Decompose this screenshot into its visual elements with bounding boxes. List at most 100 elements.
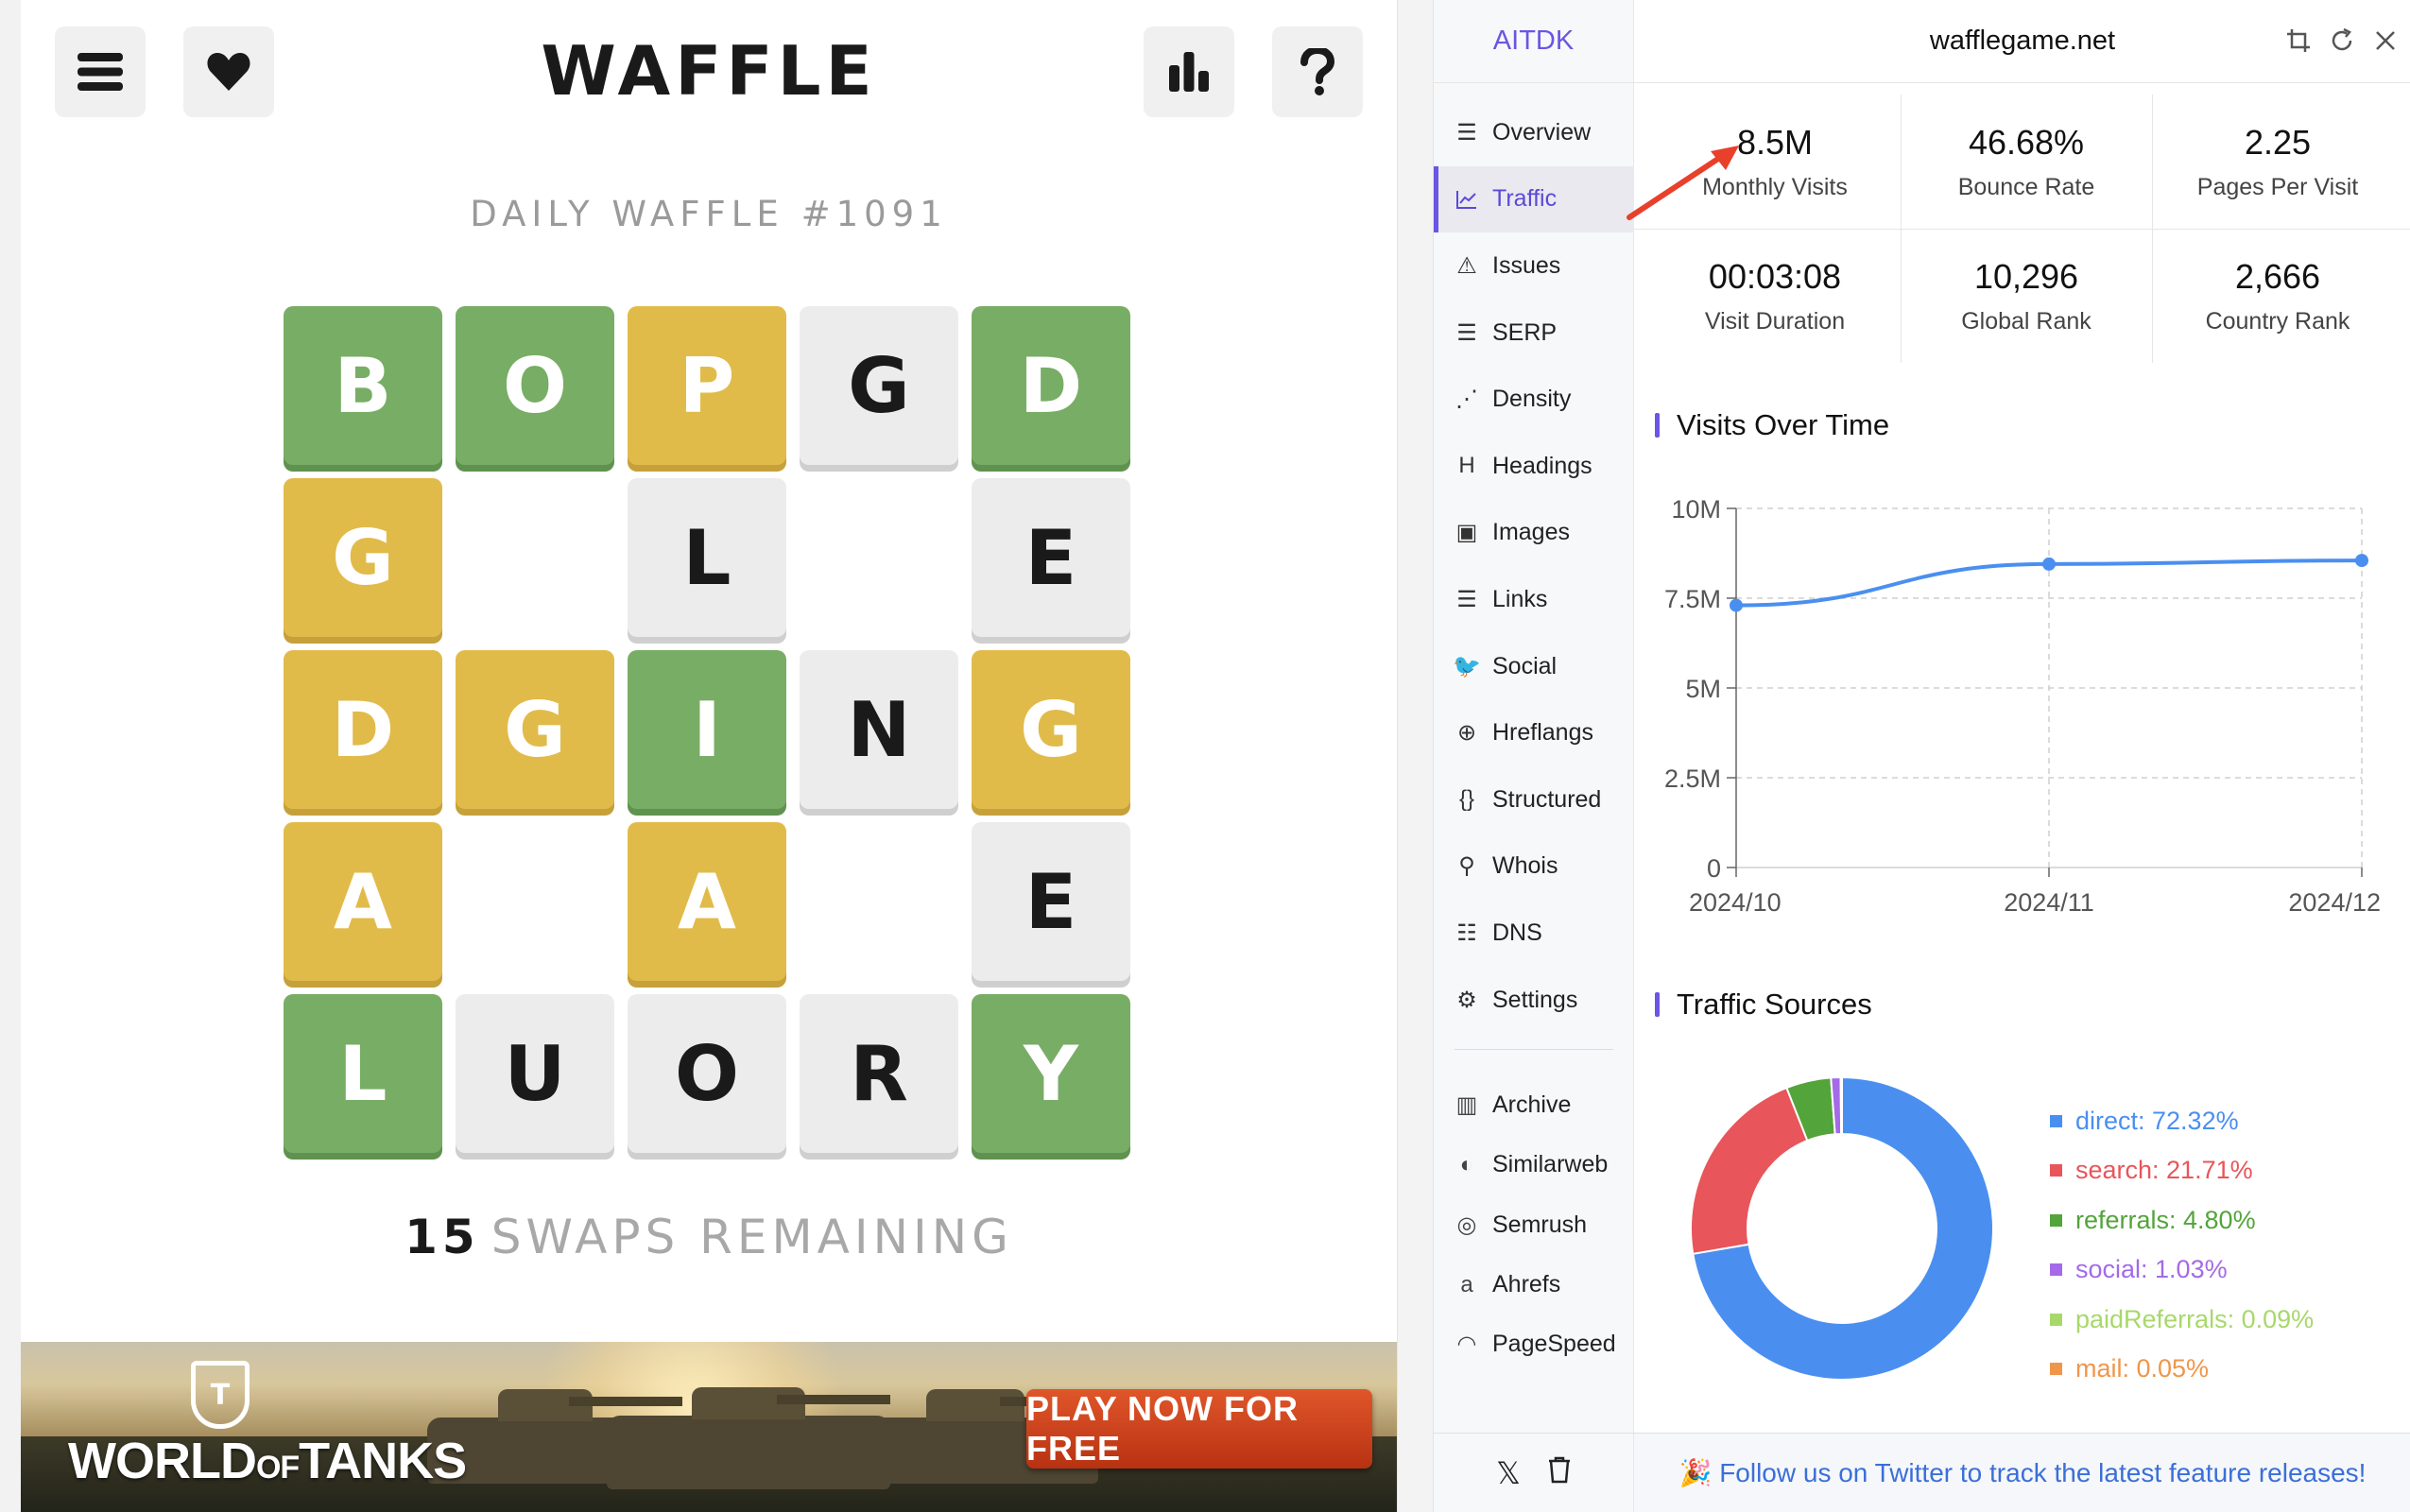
sidebar-item-headings[interactable]: H Headings (1434, 433, 1634, 500)
waffle-game-page: WAFFLE DAILY WAFFLE #1091 BOPGDGLEDGINGA… (0, 0, 1397, 1512)
external-link-ahrefs[interactable]: a Ahrefs (1434, 1255, 1634, 1314)
external-tools: ▥ Archive ◐ Similarweb ◎ Semrush a Ahrefs ◠ PageS… (1434, 1075, 1634, 1374)
y-tick-label: 2.5M (1664, 765, 1721, 793)
waffle-tile[interactable]: O (456, 306, 614, 465)
window-divider (1397, 0, 1433, 1512)
stat-global-rank: 10,296 Global Rank (1901, 229, 2152, 363)
external-link-semrush[interactable]: ◎ Semrush (1434, 1195, 1634, 1255)
waffle-tile[interactable]: O (628, 994, 786, 1153)
waffle-tile[interactable]: G (456, 650, 614, 809)
waffle-tile[interactable]: N (800, 650, 958, 809)
waffle-tile[interactable]: I (628, 650, 786, 809)
x-tick-label: 2024/12 (2288, 888, 2381, 917)
waffle-tile[interactable]: D (972, 306, 1130, 465)
waffle-tile[interactable]: E (972, 822, 1130, 981)
panel-header: wafflegame.net (1634, 0, 2410, 83)
sidebar-item-label: Hreflangs (1492, 719, 1593, 747)
legend-label: direct: 72.32% (2075, 1106, 2239, 1135)
sidebar-item-links[interactable]: ☰ Links (1434, 566, 1634, 633)
sidebar-item-social[interactable]: 🐦 Social (1434, 633, 1634, 700)
waffle-tile[interactable]: G (284, 478, 442, 637)
user-search-icon: ⚲ (1458, 853, 1475, 880)
legend-item-social[interactable]: social: 1.03% (2050, 1246, 2314, 1296)
y-tick-label: 10M (1671, 495, 1721, 524)
stat-value: 00:03:08 (1708, 256, 1842, 296)
data-point (2355, 554, 2368, 568)
waffle-tile[interactable]: L (284, 994, 442, 1153)
data-point (2042, 557, 2056, 571)
sidebar-item-label: Overview (1492, 118, 1592, 146)
legend-swatch (2050, 1313, 2062, 1326)
stats-button[interactable] (1144, 26, 1234, 117)
twitter-follow-banner[interactable]: 🎉 Follow us on Twitter to track the late… (1634, 1433, 2410, 1512)
menu-button[interactable] (55, 26, 146, 117)
sidebar-divider (1455, 1049, 1613, 1050)
sidebar-item-serp[interactable]: ☰ SERP (1434, 300, 1634, 367)
sidebar-item-hreflangs[interactable]: ⊕ Hreflangs (1434, 699, 1634, 766)
external-link-archive[interactable]: ▥ Archive (1434, 1075, 1634, 1135)
sidebar-item-whois[interactable]: ⚲ Whois (1434, 833, 1634, 901)
favorite-button[interactable] (183, 26, 274, 117)
stat-value: 46.68% (1968, 122, 2085, 162)
trash-icon[interactable] (1547, 1455, 1572, 1491)
waffle-tile[interactable]: E (972, 478, 1130, 637)
amazon-a-icon: a (1460, 1271, 1473, 1297)
site-domain: wafflegame.net (1929, 26, 2116, 56)
sidebar-item-label: Settings (1492, 986, 1578, 1013)
help-button[interactable] (1272, 26, 1363, 117)
sidebar-item-label: DNS (1492, 919, 1542, 946)
legend-item-paidreferrals[interactable]: paidReferrals: 0.09% (2050, 1295, 2314, 1345)
sidebar-item-label: Density (1492, 386, 1572, 413)
waffle-tile[interactable]: D (284, 650, 442, 809)
aitdk-main: wafflegame.net 8.5M Monthly Visits 46.68% B… (1634, 0, 2410, 1512)
external-link-similarweb[interactable]: ◐ Similarweb (1434, 1135, 1634, 1194)
sidebar-item-label: Issues (1492, 251, 1561, 279)
waffle-tile[interactable]: R (800, 994, 958, 1153)
sidebar-item-structured[interactable]: {} Structured (1434, 766, 1634, 833)
waffle-tile[interactable]: G (972, 650, 1130, 809)
y-tick-label: 7.5M (1664, 585, 1721, 613)
waffle-tile[interactable]: B (284, 306, 442, 465)
sidebar-item-overview[interactable]: ☰ Overview (1434, 99, 1634, 166)
sidebar-item-images[interactable]: ▣ Images (1434, 500, 1634, 567)
warning-icon: ⚠ (1456, 252, 1477, 279)
play-now-button[interactable]: PLAY NOW FOR FREE (1026, 1389, 1372, 1469)
stat-value: 10,296 (1973, 256, 2079, 296)
brand-logo[interactable]: AITDK (1434, 0, 1633, 83)
legend-item-referrals[interactable]: referrals: 4.80% (2050, 1195, 2314, 1246)
waffle-tile[interactable]: U (456, 994, 614, 1153)
waffle-tile[interactable]: A (628, 822, 786, 981)
sidebar-item-dns[interactable]: ☷ DNS (1434, 900, 1634, 967)
waffle-tile[interactable]: Y (972, 994, 1130, 1153)
sidebar-item-density[interactable]: ⋰ Density (1434, 366, 1634, 433)
stat-value: 2.25 (2244, 122, 2312, 162)
x-logo-icon[interactable]: 𝕏 (1496, 1455, 1521, 1491)
waffle-tile[interactable]: P (628, 306, 786, 465)
crop-icon[interactable] (2284, 26, 2313, 55)
sidebar-item-label: Whois (1492, 852, 1558, 880)
stat-value: 2,666 (2234, 256, 2321, 296)
waffle-tile[interactable]: A (284, 822, 442, 981)
external-link-pagespeed[interactable]: ◠ PageSpeed (1434, 1314, 1634, 1374)
visits-over-time-chart: 0 2.5M 5M 7.5M 10M 2024/10 2024/11 2024/12 (1664, 495, 2381, 917)
sidebar-item-traffic[interactable]: Traffic (1434, 165, 1634, 233)
legend-item-mail[interactable]: mail: 0.05% (2050, 1345, 2314, 1395)
server-icon: ☷ (1456, 919, 1477, 946)
donut-slice-mail[interactable] (1840, 1075, 1843, 1136)
traffic-sources-legend: direct: 72.32% search: 21.71% referrals: 4… (2050, 1096, 2314, 1394)
waffle-tile[interactable]: G (800, 306, 958, 465)
external-link-label: Similarweb (1492, 1151, 1609, 1178)
waffle-tile[interactable]: L (628, 478, 786, 637)
legend-label: search: 21.71% (2075, 1156, 2253, 1185)
sidebar-item-issues[interactable]: ⚠ Issues (1434, 232, 1634, 300)
close-icon[interactable] (2371, 26, 2400, 55)
refresh-icon[interactable] (2328, 26, 2356, 55)
x-tick-label: 2024/11 (2004, 888, 2094, 917)
donut-slice-search[interactable] (1690, 1086, 1809, 1255)
world-of-tanks-ad[interactable]: T WORLDOFTANKS PLAY NOW FOR FREE (21, 1342, 1397, 1512)
stat-label: Global Rank (1961, 307, 2092, 335)
legend-item-direct[interactable]: direct: 72.32% (2050, 1096, 2314, 1146)
legend-item-search[interactable]: search: 21.71% (2050, 1146, 2314, 1196)
twitter-bird-icon: 🐦 (1453, 653, 1481, 679)
sidebar-item-settings[interactable]: ⚙ Settings (1434, 967, 1634, 1034)
